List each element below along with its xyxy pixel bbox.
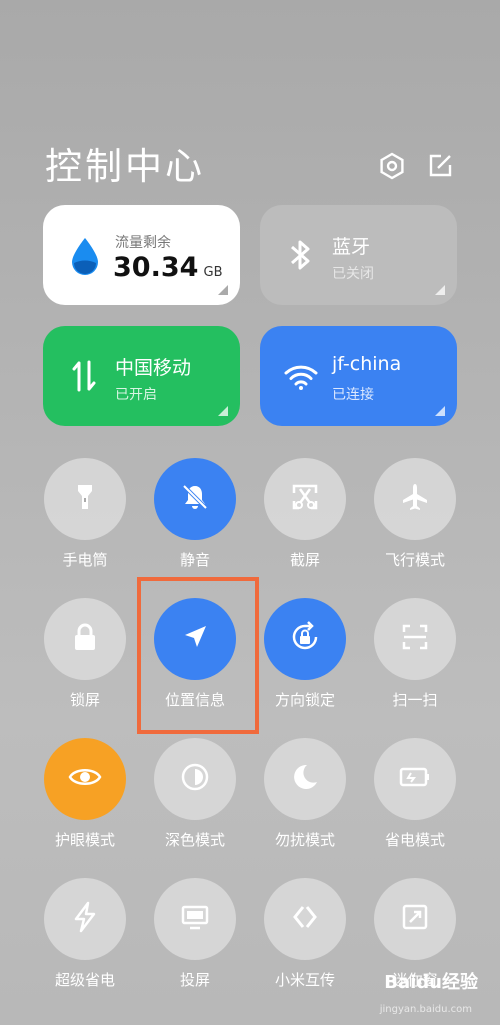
mini-window-icon bbox=[400, 902, 430, 936]
scan-icon bbox=[399, 621, 431, 657]
bluetooth-label: 蓝牙 bbox=[332, 236, 371, 258]
expand-corner-icon bbox=[218, 406, 228, 416]
data-value: 30.34 bbox=[113, 252, 199, 283]
data-usage-label: 流量剩余 bbox=[115, 235, 171, 251]
eye-icon bbox=[68, 764, 102, 794]
wifi-ssid-label: jf-china bbox=[332, 353, 402, 375]
airplane-icon bbox=[399, 481, 431, 517]
bluetooth-tile[interactable]: 蓝牙 已关闭 bbox=[260, 205, 457, 305]
water-drop-icon bbox=[69, 236, 101, 280]
toggle-mini-window[interactable] bbox=[374, 878, 456, 960]
toggle-silent[interactable] bbox=[154, 458, 236, 540]
wifi-icon bbox=[284, 364, 318, 394]
toggle-label-scan: 扫一扫 bbox=[392, 691, 438, 709]
wifi-tile[interactable]: jf-china 已连接 bbox=[260, 326, 457, 426]
mobile-status: 已开启 bbox=[115, 387, 157, 403]
lock-icon bbox=[70, 621, 100, 657]
share-icon bbox=[289, 903, 321, 935]
toggle-label-silent: 静音 bbox=[179, 551, 210, 569]
bluetooth-icon bbox=[288, 237, 314, 277]
cast-screen-icon bbox=[179, 902, 211, 936]
toggle-cast[interactable] bbox=[154, 878, 236, 960]
toggle-label-rotation-lock: 方向锁定 bbox=[274, 691, 335, 709]
toggle-label-screenshot: 截屏 bbox=[289, 551, 320, 569]
toggle-scan[interactable] bbox=[374, 598, 456, 680]
toggle-battery-saver[interactable] bbox=[374, 738, 456, 820]
toggle-airplane[interactable] bbox=[374, 458, 456, 540]
toggle-eye-care[interactable] bbox=[44, 738, 126, 820]
toggle-dark-mode[interactable] bbox=[154, 738, 236, 820]
highlight-box bbox=[137, 577, 259, 734]
toggle-label-cast: 投屏 bbox=[179, 971, 210, 989]
toggle-label-lock-screen: 锁屏 bbox=[69, 691, 100, 709]
moon-icon bbox=[290, 762, 320, 796]
flashlight-icon bbox=[70, 482, 100, 516]
expand-corner-icon bbox=[435, 285, 445, 295]
rotation-lock-icon bbox=[288, 620, 322, 658]
lightning-icon bbox=[71, 901, 99, 937]
expand-corner-icon bbox=[435, 406, 445, 416]
data-usage-value: 30.34 GB bbox=[113, 252, 223, 283]
bell-off-icon bbox=[179, 481, 211, 517]
mobile-data-tile[interactable]: 中国移动 已开启 bbox=[43, 326, 240, 426]
toggle-label-flashlight: 手电筒 bbox=[62, 551, 108, 569]
watermark-logo: Baidu经验 bbox=[384, 972, 478, 993]
toggle-label-mi-share: 小米互传 bbox=[274, 971, 335, 989]
toggle-label-dark-mode: 深色模式 bbox=[164, 831, 225, 849]
screenshot-icon bbox=[289, 481, 321, 517]
page-title: 控制中心 bbox=[45, 145, 205, 188]
data-arrows-icon bbox=[71, 360, 97, 396]
toggle-label-do-not-disturb: 勿扰模式 bbox=[274, 831, 335, 849]
data-usage-tile[interactable]: 流量剩余 30.34 GB bbox=[43, 205, 240, 305]
toggle-ultra-battery-saver[interactable] bbox=[44, 878, 126, 960]
edit-icon[interactable] bbox=[424, 150, 456, 182]
hexagon-gear-icon[interactable] bbox=[376, 150, 408, 182]
expand-corner-icon bbox=[218, 285, 228, 295]
dark-mode-icon bbox=[179, 761, 211, 797]
toggle-label-eye-care: 护眼模式 bbox=[54, 831, 115, 849]
toggle-mi-share[interactable] bbox=[264, 878, 346, 960]
toggle-flashlight[interactable] bbox=[44, 458, 126, 540]
toggle-label-battery-saver: 省电模式 bbox=[384, 831, 445, 849]
data-unit: GB bbox=[203, 265, 223, 280]
toggle-label-ultra-battery-saver: 超级省电 bbox=[54, 971, 115, 989]
toggle-rotation-lock[interactable] bbox=[264, 598, 346, 680]
bluetooth-status: 已关闭 bbox=[332, 266, 374, 282]
toggle-do-not-disturb[interactable] bbox=[264, 738, 346, 820]
mobile-carrier-label: 中国移动 bbox=[115, 357, 192, 379]
toggle-lock-screen[interactable] bbox=[44, 598, 126, 680]
wifi-status: 已连接 bbox=[332, 387, 374, 403]
toggle-screenshot[interactable] bbox=[264, 458, 346, 540]
battery-icon bbox=[398, 765, 432, 793]
toggle-label-airplane: 飞行模式 bbox=[384, 551, 445, 569]
watermark-url: jingyan.baidu.com bbox=[379, 1004, 472, 1015]
